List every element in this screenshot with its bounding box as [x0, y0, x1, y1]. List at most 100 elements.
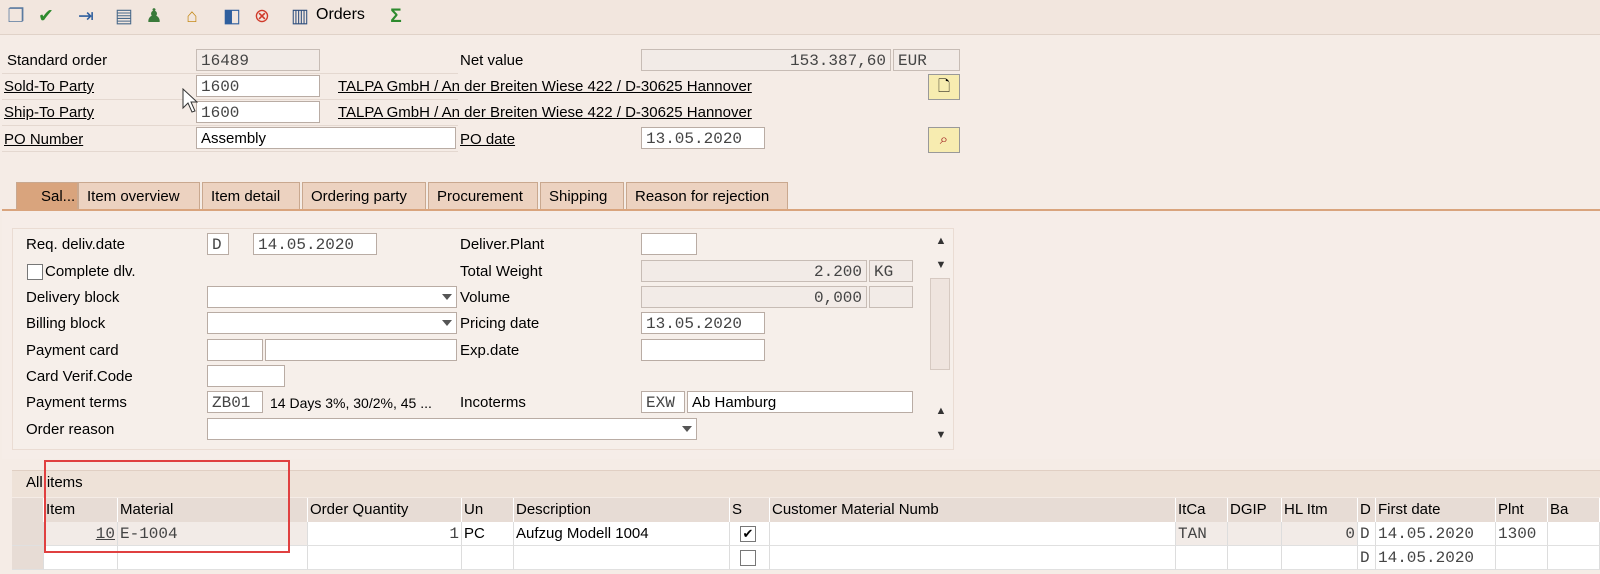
tab-ordering-party[interactable]: Ordering party	[302, 182, 426, 210]
weight-unit-field: KG	[869, 260, 913, 282]
display-doc-icon[interactable]: ◧	[220, 5, 244, 29]
description-cell[interactable]: Aufzug Modell 1004	[514, 522, 730, 546]
payment-card-number-field[interactable]	[265, 339, 457, 361]
pricing-date-label: Pricing date	[460, 315, 540, 332]
incoterms-field[interactable]: EXW	[641, 391, 685, 413]
tab-procurement[interactable]: Procurement	[428, 182, 538, 210]
pricing-date-field[interactable]: 13.05.2020	[641, 312, 765, 334]
copy-document-icon[interactable]: ❐	[4, 5, 28, 29]
column-header-d[interactable]: D	[1358, 498, 1376, 522]
unit-cell[interactable]	[462, 546, 514, 570]
document-button[interactable]: 🗋	[928, 74, 960, 100]
itca-cell[interactable]	[1176, 546, 1228, 570]
tab-item-detail[interactable]: Item detail	[202, 182, 300, 210]
itca-cell: TAN	[1176, 522, 1228, 546]
divider	[2, 151, 458, 152]
ship-to-party-label[interactable]: Ship-To Party	[4, 101, 94, 125]
scroll-up-icon[interactable]: ▲	[932, 402, 950, 420]
sold-to-party-label[interactable]: Sold-To Party	[4, 75, 94, 99]
column-header-first-date[interactable]: First date	[1376, 498, 1496, 522]
column-header-order-quantity[interactable]: Order Quantity	[308, 498, 462, 522]
hl-itm-cell[interactable]	[1282, 546, 1358, 570]
sum-icon[interactable]: Σ	[384, 5, 408, 29]
columns-icon[interactable]: ▥	[288, 5, 312, 29]
home-icon[interactable]: ⌂	[180, 5, 204, 29]
customer-material-cell[interactable]	[770, 522, 1176, 546]
payment-terms-label: Payment terms	[26, 394, 127, 411]
order-reason-dropdown[interactable]	[207, 418, 697, 440]
sold-to-party-field[interactable]: 1600	[196, 75, 320, 97]
divider	[2, 125, 458, 126]
sold-to-address[interactable]: TALPA GmbH / An der Breiten Wiese 422 / …	[338, 75, 752, 99]
po-date-label[interactable]: PO date	[460, 128, 515, 152]
tab-sales[interactable]: Sal...	[16, 182, 78, 210]
column-header-s[interactable]: S	[730, 498, 770, 522]
orders-button[interactable]: Orders	[316, 6, 365, 24]
person-icon[interactable]: ♟	[142, 5, 166, 29]
check-cancel-icon[interactable]: ✔	[34, 5, 58, 29]
order-quantity-cell[interactable]	[308, 546, 462, 570]
search-document-button[interactable]: ⌕	[928, 127, 960, 153]
column-header-dgip[interactable]: DGIP	[1228, 498, 1282, 522]
ba-cell[interactable]	[1548, 522, 1600, 546]
exp-date-field[interactable]	[641, 339, 765, 361]
deliver-plant-field[interactable]	[641, 233, 697, 255]
row-selector[interactable]	[12, 546, 44, 570]
dgip-cell[interactable]	[1228, 546, 1282, 570]
column-header-itca[interactable]: ItCa	[1176, 498, 1228, 522]
unit-cell[interactable]: PC	[462, 522, 514, 546]
scroll-down-icon[interactable]: ▼	[932, 426, 950, 444]
standard-order-field: 16489	[196, 49, 320, 71]
po-number-field[interactable]: Assembly	[196, 127, 456, 149]
row-selector-header[interactable]	[12, 498, 44, 522]
import-icon[interactable]: ⇥	[74, 5, 98, 29]
column-header-unit[interactable]: Un	[462, 498, 514, 522]
complete-dlv-checkbox[interactable]	[27, 264, 43, 280]
order-quantity-cell[interactable]: 1	[308, 522, 462, 546]
scroll-up-icon[interactable]: ▲	[932, 232, 950, 250]
tab-shipping[interactable]: Shipping	[540, 182, 624, 210]
tab-reason-for-rejection[interactable]: Reason for rejection	[626, 182, 788, 210]
volume-field: 0,000	[641, 286, 867, 308]
scrollbar-thumb[interactable]	[930, 278, 950, 370]
first-date-cell[interactable]: 14.05.2020	[1376, 522, 1496, 546]
ship-to-party-field[interactable]: 1600	[196, 101, 320, 123]
dgip-cell	[1228, 522, 1282, 546]
incoterms-label: Incoterms	[460, 394, 526, 411]
checked-checkbox[interactable]: ✔	[740, 526, 756, 542]
billing-block-dropdown[interactable]	[207, 312, 457, 334]
column-header-plnt[interactable]: Plnt	[1496, 498, 1548, 522]
column-header-customer-material[interactable]: Customer Material Numb	[770, 498, 1176, 522]
delete-doc-icon[interactable]: ⊗	[250, 5, 274, 29]
payment-card-type-field[interactable]	[207, 339, 263, 361]
card-verif-code-field[interactable]	[207, 365, 285, 387]
req-deliv-type-field[interactable]: D	[207, 233, 229, 255]
ba-cell[interactable]	[1548, 546, 1600, 570]
row-selector[interactable]	[12, 522, 44, 546]
d-cell[interactable]: D	[1358, 522, 1376, 546]
scroll-down-icon[interactable]: ▼	[932, 256, 950, 274]
s-cell: ✔	[730, 522, 770, 546]
column-header-ba[interactable]: Ba	[1548, 498, 1600, 522]
plnt-cell[interactable]	[1496, 546, 1548, 570]
divider	[2, 99, 458, 100]
po-number-label[interactable]: PO Number	[4, 128, 83, 152]
incoterms-place-field[interactable]: Ab Hamburg	[687, 391, 913, 413]
delivery-block-dropdown[interactable]	[207, 286, 457, 308]
description-cell[interactable]	[514, 546, 730, 570]
net-value-label: Net value	[460, 52, 524, 69]
column-header-description[interactable]: Description	[514, 498, 730, 522]
plnt-cell[interactable]: 1300	[1496, 522, 1548, 546]
search-document-icon: ⌕	[939, 131, 949, 148]
req-deliv-date-field[interactable]: 14.05.2020	[253, 233, 377, 255]
tab-item-overview[interactable]: Item overview	[78, 182, 200, 210]
customer-material-cell[interactable]	[770, 546, 1176, 570]
unchecked-checkbox[interactable]	[740, 550, 756, 566]
payment-terms-field[interactable]: ZB01	[207, 391, 263, 413]
po-date-field[interactable]: 13.05.2020	[641, 127, 765, 149]
ship-to-address[interactable]: TALPA GmbH / An der Breiten Wiese 422 / …	[338, 101, 752, 125]
clipboard-icon[interactable]: ▤	[112, 5, 136, 29]
first-date-cell[interactable]: 14.05.2020	[1376, 546, 1496, 570]
d-cell[interactable]: D	[1358, 546, 1376, 570]
column-header-hl-itm[interactable]: HL Itm	[1282, 498, 1358, 522]
